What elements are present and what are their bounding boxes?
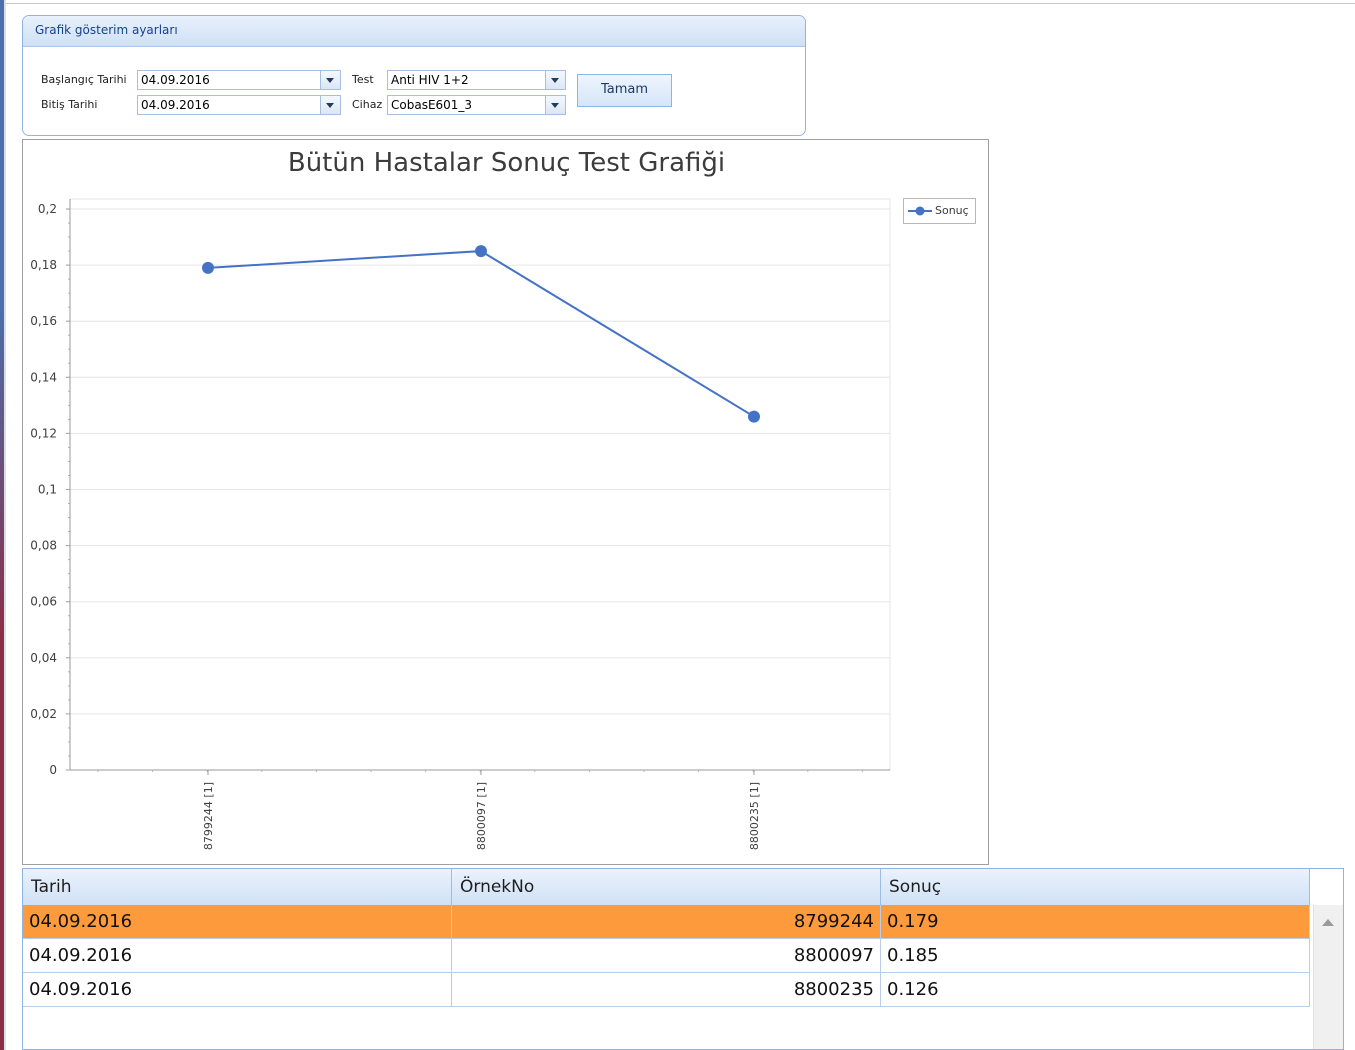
cell-text: 8800235 [793,979,874,1000]
results-grid[interactable]: Tarih ÖrnekNo Sonuç 04.09.2016 8799244 0… [22,868,1344,1050]
cell-text: 0.179 [887,911,939,932]
start-date-value: 04.09.2016 [141,73,210,87]
y-tick-label: 0,02 [30,707,57,721]
y-tick-label: 0,06 [30,595,57,609]
y-tick-label: 0,12 [30,426,57,440]
table-row[interactable]: 04.09.2016 8800097 0.185 [23,939,1310,973]
y-tick-label: 0 [49,763,57,777]
cell-text: 8800097 [793,945,874,966]
y-tick-label: 0,14 [30,370,57,384]
top-divider [6,3,1355,4]
test-select[interactable]: Anti HIV 1+2 [387,70,566,90]
cell-sample: 8799244 [452,905,881,938]
cell-result: 0.185 [881,939,1310,972]
cell-sample: 8800097 [452,939,881,972]
cell-date: 04.09.2016 [23,905,452,938]
y-tick-label: 0,04 [30,651,57,665]
column-header-label: Sonuç [889,877,942,897]
x-tick-label: 8800235 [1] [748,782,761,850]
legend-label: Sonuç [935,204,969,217]
cell-result: 0.179 [881,905,1310,938]
data-point [748,410,760,423]
grid-header: Tarih ÖrnekNo Sonuç [23,869,1310,906]
cell-text: 04.09.2016 [29,945,133,966]
column-header-sample[interactable]: ÖrnekNo [452,869,881,905]
data-point [202,261,214,274]
settings-header: Grafik gösterim ayarları [23,16,805,47]
data-point [475,245,487,258]
chevron-down-icon[interactable] [320,71,340,89]
start-date-label: Başlangıç Tarihi [41,73,127,86]
cell-date: 04.09.2016 [23,939,452,972]
chevron-down-icon[interactable] [320,96,340,114]
cell-text: 04.09.2016 [29,979,133,1000]
device-select[interactable]: CobasE601_3 [387,95,566,115]
y-tick-label: 0,16 [30,314,57,328]
chart-title: Bütün Hastalar Sonuç Test Grafiği [287,148,726,178]
chevron-down-icon[interactable] [545,96,565,114]
end-date-picker[interactable]: 04.09.2016 [137,95,341,115]
chart-legend: Sonuç [903,198,976,224]
cell-text: 0.126 [887,979,939,1000]
window-left-edge [0,0,6,1050]
column-header-label: Tarih [31,877,72,897]
legend-marker-icon [908,206,932,216]
settings-title: Grafik gösterim ayarları [35,23,178,37]
chevron-down-icon[interactable] [545,71,565,89]
y-tick-label: 0,1 [38,483,57,497]
test-label: Test [352,73,374,86]
cell-text: 04.09.2016 [29,911,133,932]
table-row[interactable]: 04.09.2016 8800235 0.126 [23,973,1310,1007]
cell-result: 0.126 [881,973,1310,1006]
x-tick-label: 8800097 [1] [475,782,488,850]
end-date-label: Bitiş Tarihi [41,98,98,111]
cell-text: 8799244 [793,911,874,932]
line-chart: 0 0,02 0,04 0,06 0,08 0,1 0,12 0,14 0,16 0,18 0,2 8… [30,198,891,850]
cell-text: 0.185 [887,945,939,966]
start-date-picker[interactable]: 04.09.2016 [137,70,341,90]
scroll-up-arrow-icon[interactable] [1322,919,1334,926]
test-value: Anti HIV 1+2 [391,73,469,87]
column-header-result[interactable]: Sonuç [881,869,1310,905]
plot-area [69,198,891,771]
cell-date: 04.09.2016 [23,973,452,1006]
chart-settings-group: Grafik gösterim ayarları Başlangıç Tarih… [22,15,806,136]
device-value: CobasE601_3 [391,98,473,112]
y-tick-label: 0,2 [38,202,57,216]
table-row[interactable]: 04.09.2016 8799244 0.179 [23,905,1310,939]
end-date-value: 04.09.2016 [141,98,210,112]
ok-button[interactable]: Tamam [577,74,672,107]
chart-panel: 0 0,02 0,04 0,06 0,08 0,1 0,12 0,14 0,16 0,18 0,2 8… [22,139,989,865]
device-label: Cihaz [352,98,383,111]
y-tick-label: 0,18 [30,258,57,272]
column-header-date[interactable]: Tarih [23,869,452,905]
column-header-label: ÖrnekNo [460,877,535,897]
vertical-scrollbar[interactable] [1313,905,1343,1049]
scroll-corner [1313,869,1343,905]
y-tick-label: 0,08 [30,539,57,553]
x-tick-label: 8799244 [1] [202,782,215,850]
cell-sample: 8800235 [452,973,881,1006]
ok-button-label: Tamam [600,82,649,97]
